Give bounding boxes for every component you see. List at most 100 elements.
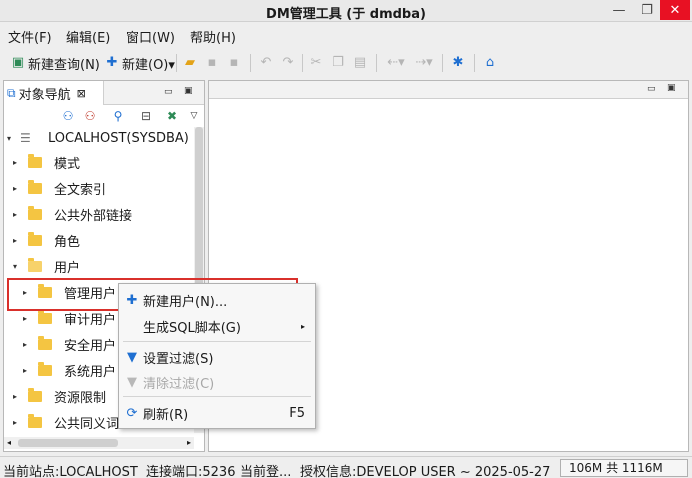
open-button[interactable]: ▰: [182, 53, 200, 73]
expand-icon[interactable]: ✖: [164, 108, 180, 124]
menu-item-clear-filter[interactable]: ▼ 清除过滤(C): [119, 370, 315, 394]
expanded-arrow-icon[interactable]: ▾: [10, 262, 20, 271]
save-button[interactable]: ▪: [204, 53, 222, 73]
menu-item-set-filter[interactable]: ▼ 设置过滤(S): [119, 345, 315, 369]
folder-icon: [38, 309, 52, 324]
toolbar-separator: [302, 54, 303, 72]
menu-item-label: 清除过滤(C): [143, 376, 215, 392]
home-icon: ⌂: [485, 55, 495, 70]
maximize-view-icon[interactable]: ▣: [667, 83, 676, 93]
scroll-left-icon[interactable]: ◂: [7, 438, 11, 447]
copy-icon: ❐: [332, 55, 344, 70]
save-all-button[interactable]: ▪: [226, 53, 244, 73]
undo-icon: ↶: [260, 55, 272, 70]
open-folder-icon: ▰: [185, 55, 195, 70]
window-title: DM管理工具 (于 dmdba): [266, 7, 426, 22]
back-arrow-icon: ⇠▾: [387, 55, 405, 70]
status-site: 当前站点:LOCALHOST: [3, 465, 138, 478]
tree-node-public-synonyms[interactable]: ▸ 公共同义词: [10, 411, 119, 433]
maximize-view-icon[interactable]: ▣: [184, 86, 193, 96]
tree-node-system-users[interactable]: ▸ 系统用户: [20, 359, 116, 381]
undo-button[interactable]: ↶: [258, 53, 276, 73]
open-folder-icon: [28, 257, 42, 272]
collapsed-arrow-icon[interactable]: ▸: [10, 158, 20, 167]
collapse-all-icon[interactable]: ⊟: [138, 108, 154, 124]
tab-object-navigator[interactable]: ⧉ 对象导航 ⊠: [4, 81, 104, 105]
new-query-label: 新建查询(N): [28, 57, 100, 73]
collapsed-arrow-icon[interactable]: ▸: [10, 210, 20, 219]
view-menu-icon[interactable]: ▽: [186, 108, 202, 124]
copy-button[interactable]: ❐: [330, 53, 348, 73]
close-button[interactable]: ✕: [660, 0, 690, 20]
restore-button[interactable]: ❐: [634, 0, 660, 20]
minimize-view-icon[interactable]: ▭: [647, 84, 656, 94]
menu-item-new-user[interactable]: ✚ 新建用户(N)...: [119, 288, 315, 312]
tree-node-resource-limits[interactable]: ▸ 资源限制: [10, 385, 106, 407]
back-button[interactable]: ⇠▾: [384, 53, 410, 73]
scrollbar-thumb[interactable]: [18, 439, 118, 447]
tab-close-icon[interactable]: ⊠: [77, 87, 86, 100]
paste-button[interactable]: ▤: [352, 53, 370, 73]
cut-button[interactable]: ✂: [308, 53, 326, 73]
title-bar: DM管理工具 (于 dmdba) — ❐ ✕: [0, 0, 692, 22]
tree-node-users[interactable]: ▾ 用户: [10, 255, 80, 277]
redo-button[interactable]: ↷: [280, 53, 298, 73]
tree-node-label: 安全用户: [64, 338, 117, 354]
root-label: LOCALHOST(SYSDBA): [48, 130, 189, 146]
menu-help[interactable]: 帮助(H): [190, 27, 236, 46]
tree-node-label: 公共同义词: [54, 416, 120, 432]
minimize-button[interactable]: —: [606, 0, 632, 20]
tree-node-label: 审计用户: [64, 312, 117, 328]
new-query-button[interactable]: ▣ 新建查询(N): [10, 53, 100, 73]
debug-button[interactable]: ✱: [450, 53, 468, 73]
menu-edit[interactable]: 编辑(E): [66, 27, 110, 46]
connect-icon[interactable]: ⚇: [60, 108, 76, 124]
menu-window[interactable]: 窗口(W): [126, 27, 175, 46]
memory-indicator[interactable]: 106M 共 1116M: [560, 459, 688, 477]
toolbar-separator: [176, 54, 177, 72]
new-dropdown-button[interactable]: ✚ 新建(O)▾: [104, 53, 175, 73]
tree-node-label: 用户: [54, 260, 81, 276]
menu-item-label: 刷新(R): [143, 407, 189, 423]
tree-node-schema[interactable]: ▸ 模式: [10, 151, 80, 173]
tree-node-label: 全文索引: [54, 182, 107, 198]
tree-node-public-dblink[interactable]: ▸ 公共外部链接: [10, 203, 132, 225]
tree-node-fulltext-index[interactable]: ▸ 全文索引: [10, 177, 106, 199]
collapsed-arrow-icon[interactable]: ▸: [10, 184, 20, 193]
clear-filter-icon: ▼: [127, 374, 137, 390]
tree-node-label: 资源限制: [54, 390, 107, 406]
search-icon[interactable]: ⚲: [110, 108, 126, 124]
filter-icon: ▼: [127, 349, 137, 365]
home-button[interactable]: ⌂: [482, 53, 500, 73]
scrollbar-thumb[interactable]: [195, 127, 203, 287]
minimize-view-icon[interactable]: ▭: [164, 87, 173, 97]
collapsed-arrow-icon[interactable]: ▸: [20, 340, 30, 349]
folder-icon: [28, 205, 42, 220]
tab-label: 对象导航: [18, 87, 71, 103]
tree-node-security-users[interactable]: ▸ 安全用户: [20, 333, 116, 355]
disconnect-icon[interactable]: ⚇: [82, 108, 98, 124]
toolbar-separator: [474, 54, 475, 72]
tree-node-label: 角色: [54, 234, 81, 250]
menu-file[interactable]: 文件(F): [8, 27, 52, 46]
save-icon: ▪: [207, 55, 217, 70]
menu-item-label: 设置过滤(S): [143, 351, 214, 367]
main-toolbar: ▣ 新建查询(N) ✚ 新建(O)▾ ▰ ▪ ▪ ↶ ↷ ✂ ❐ ▤ ⇠▾ ⇢▾…: [0, 50, 692, 76]
server-icon: ☰: [20, 131, 31, 145]
collapsed-arrow-icon[interactable]: ▸: [10, 236, 20, 245]
save-all-icon: ▪: [229, 55, 239, 70]
collapsed-arrow-icon[interactable]: ▸: [20, 366, 30, 375]
collapsed-arrow-icon[interactable]: ▸: [10, 392, 20, 401]
expanded-arrow-icon[interactable]: ▾: [4, 134, 14, 143]
new-query-icon: ▣: [11, 55, 25, 70]
collapsed-arrow-icon[interactable]: ▸: [20, 314, 30, 323]
tree-root-node[interactable]: ▾ ☰ LOCALHOST(SYSDBA): [4, 127, 189, 149]
menu-item-refresh[interactable]: ⟳ 刷新(R) F5: [119, 401, 315, 425]
menu-item-shortcut: F5: [289, 405, 305, 421]
collapsed-arrow-icon[interactable]: ▸: [10, 418, 20, 427]
tree-horizontal-scrollbar[interactable]: ◂ ▸: [4, 437, 194, 449]
tree-node-roles[interactable]: ▸ 角色: [10, 229, 80, 251]
menu-item-generate-sql[interactable]: 生成SQL脚本(G) ▸: [119, 314, 315, 338]
scroll-right-icon[interactable]: ▸: [187, 438, 191, 447]
forward-button[interactable]: ⇢▾: [412, 53, 438, 73]
